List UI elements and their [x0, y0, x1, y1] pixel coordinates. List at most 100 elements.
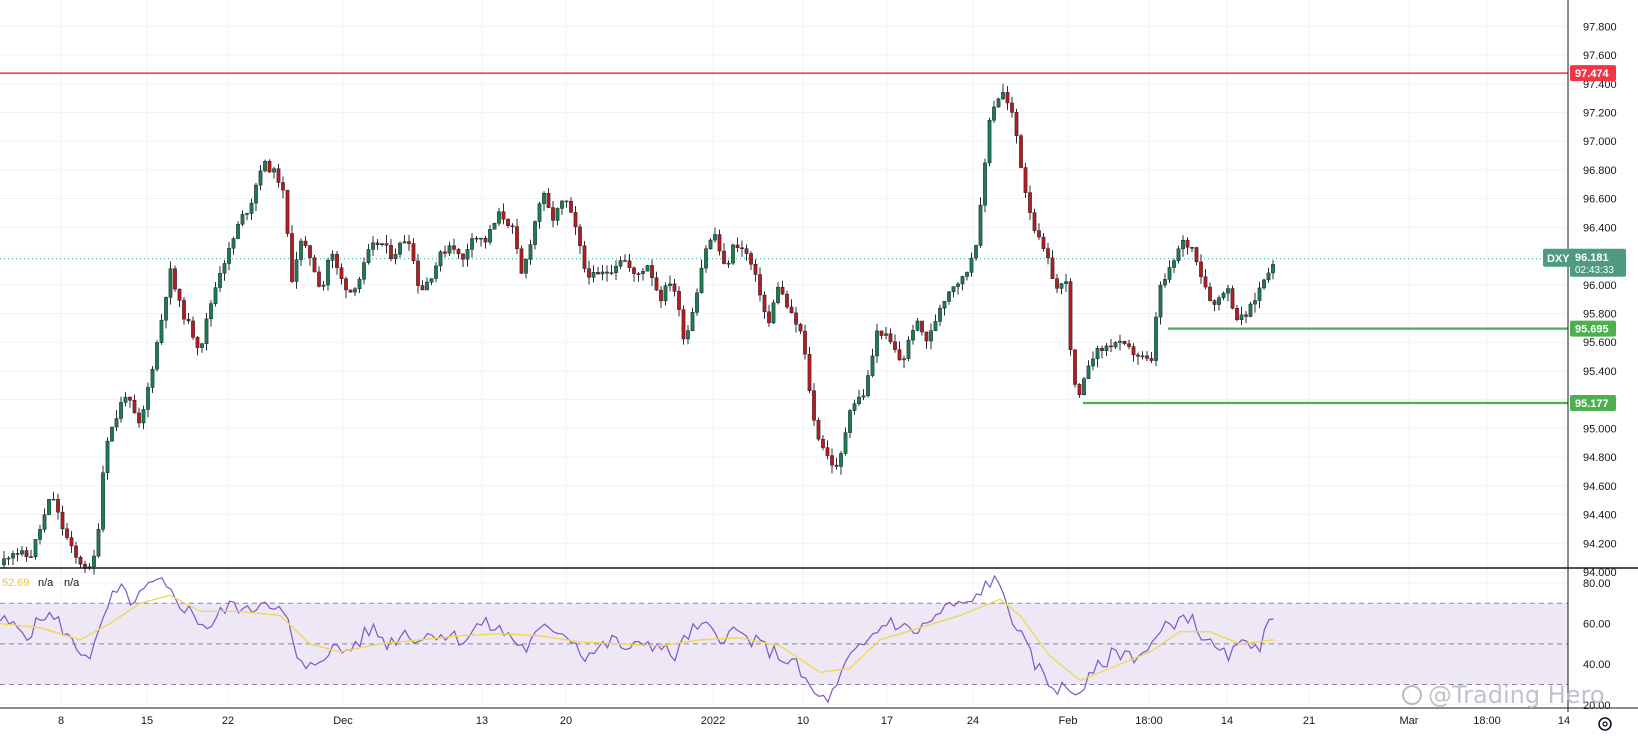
candle [56, 493, 60, 520]
candle-body [1208, 286, 1212, 301]
candle [794, 306, 798, 333]
candle-body [623, 260, 627, 262]
candle-body [1077, 384, 1082, 395]
candle [641, 267, 645, 281]
facebook-logo-icon [1402, 685, 1422, 705]
candle [987, 117, 992, 167]
candle [686, 324, 690, 345]
candle [182, 297, 186, 325]
candle-body [528, 244, 533, 260]
price-chart[interactable]: 97.80097.60097.40097.20097.00096.80096.6… [0, 0, 1638, 740]
candle-body [753, 264, 758, 275]
candle [177, 288, 182, 307]
candle-body [641, 270, 645, 274]
candle [15, 548, 20, 562]
candle [623, 254, 627, 262]
candle-body [686, 330, 690, 340]
candle [555, 207, 560, 226]
candle-body [6, 557, 11, 560]
candle [578, 224, 582, 254]
candle [1194, 246, 1199, 266]
candle [263, 159, 267, 173]
candle [204, 312, 209, 351]
candle-body [308, 245, 312, 258]
candle-body [353, 288, 357, 293]
candle [1185, 237, 1190, 255]
candle-body [1235, 308, 1239, 320]
candle [461, 253, 465, 268]
candle-body [96, 529, 101, 557]
candle-body [767, 311, 771, 324]
rsi-tick-label: 60.00 [1583, 619, 1611, 631]
horizontal-levels[interactable] [0, 72, 1568, 405]
candle [470, 233, 474, 258]
candle [789, 299, 794, 314]
candle [560, 200, 564, 215]
candle-body [933, 321, 938, 331]
candles[interactable] [2, 83, 1275, 575]
candle-body [1014, 112, 1019, 137]
candle-body [605, 271, 609, 274]
candle [902, 355, 906, 369]
candle-body [263, 161, 267, 172]
candle [2, 550, 6, 568]
candle-body [834, 464, 839, 467]
candle [803, 324, 807, 360]
candle [1239, 306, 1244, 325]
candle [1154, 312, 1158, 367]
candle-body [326, 259, 330, 286]
candle-body [1257, 287, 1262, 301]
candle-body [1203, 276, 1208, 288]
candle [65, 523, 69, 541]
candle-body [303, 240, 308, 246]
candle-body [645, 265, 650, 272]
candle [951, 286, 956, 298]
candle [1172, 258, 1176, 273]
candle [42, 508, 47, 533]
candle [452, 238, 456, 254]
candle [839, 450, 843, 475]
candle [1077, 383, 1082, 398]
candle-body [672, 283, 677, 292]
settings-gear-icon[interactable] [1598, 717, 1612, 731]
candle [1037, 223, 1041, 240]
candle-body [1068, 281, 1073, 350]
candle-body [483, 237, 488, 243]
watermark-text: @Trading Hero [1428, 681, 1605, 709]
candle-body [794, 312, 798, 325]
candle-body [857, 396, 861, 404]
candle-body [573, 212, 578, 228]
candle-body [249, 202, 254, 214]
candle [1248, 301, 1253, 318]
chart-grid [0, 0, 1568, 708]
price-tick-label: 96.800 [1583, 165, 1617, 177]
time-tick-label: 18:00 [1473, 715, 1501, 727]
candle-body [222, 263, 227, 274]
candle-body [218, 273, 222, 288]
candle-body [1253, 300, 1257, 305]
candle [1091, 351, 1095, 371]
candle-body [893, 341, 897, 350]
candle [767, 304, 771, 328]
candle [569, 197, 573, 213]
candle-body [164, 297, 168, 321]
candle [1257, 281, 1262, 309]
candle-body [1262, 279, 1266, 289]
candle-body [299, 240, 303, 260]
candle-body [866, 375, 870, 397]
candle-body [1118, 340, 1122, 343]
candle-body [209, 303, 213, 320]
candle-body [281, 182, 285, 191]
candle-body [690, 312, 695, 331]
candle-body [150, 368, 155, 388]
candle [929, 323, 933, 350]
candle [155, 340, 159, 372]
candle [1163, 273, 1167, 288]
candle-body [1136, 354, 1140, 357]
candle-body [618, 260, 623, 267]
candle [416, 254, 420, 294]
candle [857, 389, 861, 406]
candle-body [785, 293, 789, 308]
candle [956, 282, 960, 295]
candle [830, 448, 834, 474]
